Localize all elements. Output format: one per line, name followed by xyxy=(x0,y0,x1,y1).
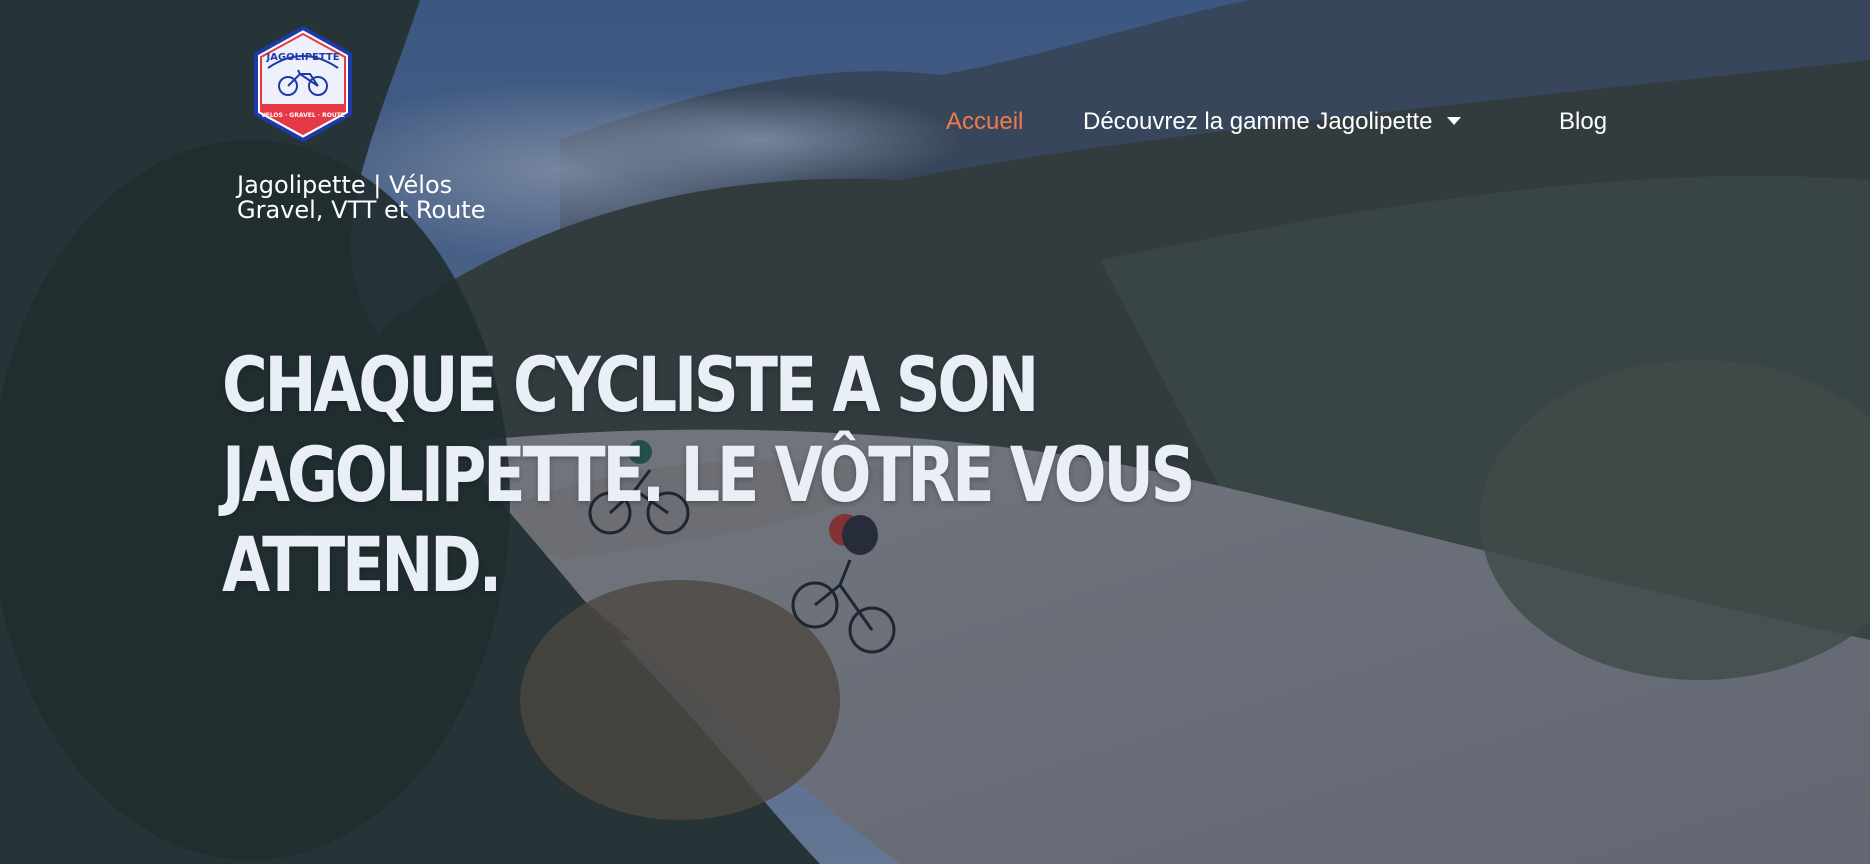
nav-item-gamme[interactable]: Découvrez la gamme Jagolipette xyxy=(1083,104,1461,140)
chevron-down-icon[interactable] xyxy=(1446,116,1461,125)
nav-item-label: Blog xyxy=(1559,108,1608,135)
site-title[interactable]: Jagolipette | Vélos Gravel, VTT et Route xyxy=(237,173,497,223)
nav-item-label: Découvrez la gamme Jagolipette xyxy=(1083,108,1433,135)
svg-text:JAGOLIPETTE: JAGOLIPETTE xyxy=(265,52,339,63)
hero-headline: Chaque cycliste a son Jagolipette. Le vô… xyxy=(222,340,1196,609)
nav-item-accueil[interactable]: Accueil xyxy=(946,104,1023,140)
nav-item-label: Accueil xyxy=(946,108,1024,135)
main-navigation: Accueil Découvrez la gamme Jagolipette B… xyxy=(0,104,1870,140)
nav-item-blog[interactable]: Blog xyxy=(1559,104,1607,140)
